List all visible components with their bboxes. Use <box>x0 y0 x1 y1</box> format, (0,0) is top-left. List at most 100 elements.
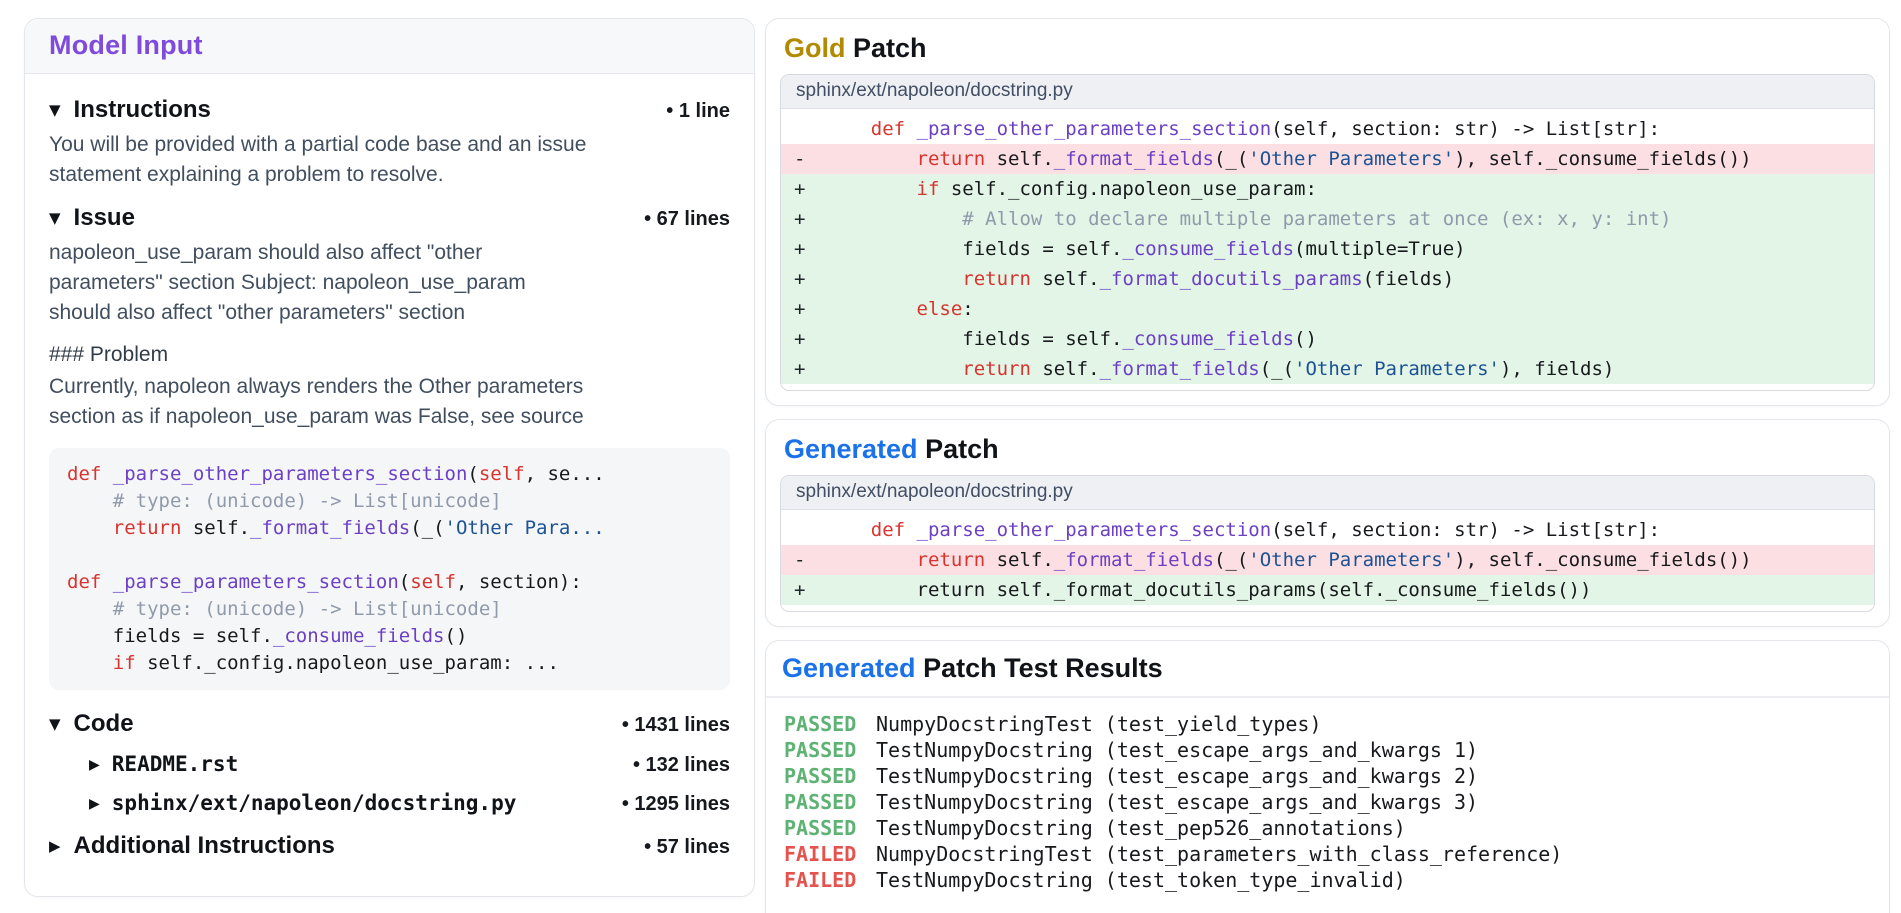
code-line: def _parse_parameters_section(self, sect… <box>67 571 582 593</box>
test-summary-line: ===== 2 failed, 45 passed, 8 warnings in… <box>784 909 1871 913</box>
diff-sign: + <box>794 208 806 230</box>
test-name: TestNumpyDocstring (test_escape_args_and… <box>876 764 1479 788</box>
diff-line-add: + return self._format_docutils_params(fi… <box>781 264 1874 294</box>
line-count-badge: • 1431 lines <box>621 714 730 736</box>
test-name: TestNumpyDocstring (test_escape_args_and… <box>876 738 1479 762</box>
line-count-badge: • 1 line <box>666 100 730 122</box>
test-name: NumpyDocstringTest (test_yield_types) <box>876 712 1322 736</box>
code-line: return self._format_fields(_('Other Para… <box>112 517 605 539</box>
section-code-label: ▼ Code <box>49 710 134 737</box>
diff-sign: + <box>794 238 806 260</box>
gold-patch-card: Gold Patch sphinx/ext/napoleon/docstring… <box>765 18 1890 406</box>
expand-triangle-icon: ▶ <box>89 796 100 812</box>
code-file-name: README.rst <box>111 752 239 776</box>
test-result-row: PASSED TestNumpyDocstring (test_escape_ar… <box>784 763 1871 789</box>
diff-line-add: + # Allow to declare multiple parameters… <box>781 204 1874 234</box>
expand-triangle-icon: ▶ <box>89 757 100 773</box>
test-name: TestNumpyDocstring (test_token_type_inva… <box>876 868 1406 892</box>
section-code-header[interactable]: ▼ Code • 1431 lines <box>49 710 730 738</box>
code-file-list: ▶ README.rst • 132 lines ▶ sphinx/ext/napole… <box>49 752 730 816</box>
test-list: PASSED NumpyDocstringTest (test_yield_typ… <box>784 711 1871 893</box>
test-result-row: PASSED TestNumpyDocstring (test_escape_ar… <box>784 737 1871 763</box>
diff-sign: + <box>794 268 806 290</box>
code-file-row[interactable]: ▶ README.rst • 132 lines <box>89 752 730 777</box>
test-result-row: FAILED TestNumpyDocstring (test_token_typ… <box>784 867 1871 893</box>
gold-patch-title: Gold Patch <box>784 33 927 63</box>
code-line: fields = self._consume_fields() <box>67 625 468 647</box>
diff-line-add: + return self._format_docutils_params(se… <box>781 575 1874 605</box>
diff-sign <box>781 114 825 144</box>
diff-line-add: + fields = self._consume_fields(multiple… <box>781 234 1874 264</box>
diff-sign: + <box>794 178 806 200</box>
test-result-row: PASSED TestNumpyDocstring (test_escape_ar… <box>784 789 1871 815</box>
test-status-badge: PASSED <box>784 816 857 840</box>
line-count-badge: • 57 lines <box>644 836 730 858</box>
section-instructions-label: ▼ Instructions <box>49 96 211 123</box>
diff-line-del: - return self._format_fields(_('Other Pa… <box>781 144 1874 174</box>
collapse-triangle-icon: ▼ <box>49 209 61 227</box>
issue-problem-heading: ### Problem <box>49 343 169 366</box>
diff-line-ctx: def _parse_other_parameters_section(self… <box>781 515 1874 545</box>
line-count-badge: • 67 lines <box>644 208 730 230</box>
section-issue-label: ▼ Issue <box>49 204 135 231</box>
issue-text-2: Currently, napoleon always renders the O… <box>49 375 584 428</box>
diff-line-add: + return self._format_fields(_('Other Pa… <box>781 354 1874 384</box>
diff-sign: - <box>794 549 806 571</box>
model-input-panel: Model Input ▼ Instructions • 1 line You w… <box>24 18 755 897</box>
model-input-header: Model Input <box>25 19 754 74</box>
code-file-row[interactable]: ▶ sphinx/ext/napoleon/docstring.py • 1295 … <box>89 791 730 816</box>
diff-sign: + <box>794 358 806 380</box>
test-status-badge: PASSED <box>784 738 857 762</box>
diff-line-add: + else: <box>781 294 1874 324</box>
test-results-title: Generated Patch Test Results <box>782 653 1163 683</box>
collapse-triangle-icon: ▼ <box>49 715 61 733</box>
gold-patch-diff: sphinx/ext/napoleon/docstring.py def _pa… <box>780 74 1875 391</box>
line-count-badge: • 1295 lines <box>621 793 730 815</box>
test-results-body: PASSED NumpyDocstringTest (test_yield_typ… <box>766 698 1889 913</box>
gold-patch-diff-body: def _parse_other_parameters_section(self… <box>781 109 1874 390</box>
diff-sign <box>781 515 825 545</box>
right-column: Gold Patch sphinx/ext/napoleon/docstring… <box>765 18 1890 913</box>
collapse-triangle-icon: ▼ <box>49 101 61 119</box>
section-additional-instructions-label: ▶ Additional Instructions <box>49 832 335 859</box>
diff-line-add: + fields = self._consume_fields() <box>781 324 1874 354</box>
expand-triangle-icon: ▶ <box>49 837 61 855</box>
diff-sign: - <box>794 148 806 170</box>
section-additional-instructions-header[interactable]: ▶ Additional Instructions • 57 lines <box>49 832 730 860</box>
code-file-name: sphinx/ext/napoleon/docstring.py <box>111 791 517 815</box>
test-status-badge: PASSED <box>784 764 857 788</box>
app-root: Model Input ▼ Instructions • 1 line You w… <box>0 0 1901 913</box>
test-status-badge: PASSED <box>784 790 857 814</box>
test-name: TestNumpyDocstring (test_pep526_annotati… <box>876 816 1406 840</box>
issue-text: napoleon_use_param should also affect "o… <box>49 241 526 324</box>
issue-code-snippet: def _parse_other_parameters_section(self… <box>49 448 730 690</box>
section-issue-header[interactable]: ▼ Issue • 67 lines <box>49 204 730 232</box>
test-status-badge: FAILED <box>784 842 857 866</box>
diff-line-ctx: def _parse_other_parameters_section(self… <box>781 114 1874 144</box>
generated-patch-diff: sphinx/ext/napoleon/docstring.py def _pa… <box>780 475 1875 612</box>
gold-patch-filepath: sphinx/ext/napoleon/docstring.py <box>781 75 1874 109</box>
test-result-row: PASSED NumpyDocstringTest (test_yield_typ… <box>784 711 1871 737</box>
code-line: # type: (unicode) -> List[unicode] <box>112 598 502 620</box>
test-result-row: PASSED TestNumpyDocstring (test_pep526_an… <box>784 815 1871 841</box>
instructions-text: You will be provided with a partial code… <box>49 133 587 186</box>
generated-patch-diff-body: def _parse_other_parameters_section(self… <box>781 510 1874 611</box>
diff-sign: + <box>794 579 806 601</box>
code-line: def _parse_other_parameters_section(self… <box>67 463 605 485</box>
diff-line-del: - return self._format_fields(_('Other Pa… <box>781 545 1874 575</box>
code-line: if self._config.napoleon_use_param: ... <box>112 652 559 674</box>
test-result-row: FAILED NumpyDocstringTest (test_parameter… <box>784 841 1871 867</box>
test-results-header: Generated Patch Test Results <box>766 641 1889 698</box>
code-line: # type: (unicode) -> List[unicode] <box>112 490 502 512</box>
generated-patch-card: Generated Patch sphinx/ext/napoleon/docs… <box>765 419 1890 627</box>
model-input-title: Model Input <box>49 30 203 60</box>
section-instructions-header[interactable]: ▼ Instructions • 1 line <box>49 96 730 124</box>
diff-line-add: + if self._config.napoleon_use_param: <box>781 174 1874 204</box>
test-name: NumpyDocstringTest (test_parameters_with… <box>876 842 1563 866</box>
model-input-body: ▼ Instructions • 1 line You will be provi… <box>25 74 754 896</box>
line-count-badge: • 132 lines <box>632 754 730 776</box>
diff-sign: + <box>794 298 806 320</box>
generated-patch-title: Generated Patch <box>784 434 999 464</box>
diff-sign: + <box>794 328 806 350</box>
